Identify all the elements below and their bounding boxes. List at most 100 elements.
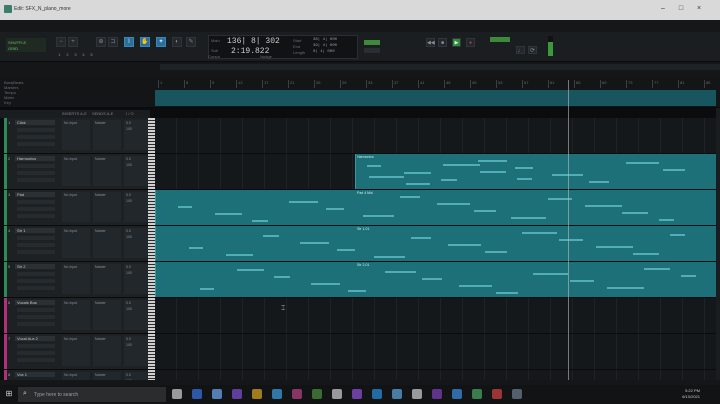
insert-label[interactable]: No Input [62,264,90,270]
sends-slot[interactable]: Master [93,264,121,294]
track-height-selector[interactable] [17,142,55,146]
record-arm-solo-mute[interactable] [17,164,55,168]
smart-tool-icon[interactable]: ✦ [156,37,166,47]
midi-note[interactable] [300,242,329,244]
pan-value[interactable]: 100 [124,162,148,168]
midi-note[interactable] [585,205,622,207]
taskbar-app-icon[interactable] [472,389,482,399]
pan-value[interactable]: 100 [124,198,148,204]
midi-note[interactable] [443,164,480,166]
midi-note[interactable] [448,244,481,246]
taskbar-app-icon[interactable] [512,389,522,399]
track-view-selector[interactable] [17,207,55,211]
track-row[interactable]: 4 Str 1 No Input Master 0.0 100 Str 1-01 [0,226,720,262]
record-arm-solo-mute[interactable] [17,308,55,312]
midi-note[interactable] [289,201,318,203]
main-counter[interactable]: Main Sub 136| 8| 302 2:19.822 Start End … [208,35,358,59]
inserts-slot[interactable]: No Input [62,228,90,258]
sends-slot[interactable]: Master [93,192,121,222]
track-row[interactable]: 1 Click No Input Master 0.0 100 [0,118,720,154]
midi-note[interactable] [663,169,685,171]
send-label[interactable]: Master [93,300,121,306]
midi-note[interactable] [411,237,431,239]
send-label[interactable]: Master [93,120,121,126]
midi-note[interactable] [485,251,507,253]
grabber-tool-icon[interactable]: ✋ [140,37,150,47]
midi-region[interactable]: Str 1-01 [155,226,716,261]
midi-note[interactable] [517,178,532,180]
session-overview[interactable] [160,64,720,70]
windows-start-icon[interactable]: ⊞ [4,389,14,399]
track-name[interactable]: Pad [15,192,55,197]
track-row[interactable]: 3 Pad No Input Master 0.0 100 Pad 4 Mid [0,190,720,226]
midi-note[interactable] [644,268,670,270]
taskbar-app-icon[interactable] [392,389,402,399]
zoom-in-icon[interactable]: + [68,37,78,47]
track-playlist-lane[interactable] [155,298,716,333]
minimize-button[interactable]: – [656,3,670,15]
taskbar-app-icon[interactable] [252,389,262,399]
mode-grid[interactable]: GRID [8,46,18,51]
start-value[interactable]: 38| 4| 000 [313,38,337,42]
pan-value[interactable]: 100 [124,342,148,348]
track-name[interactable]: Vocal Aux 2 [15,336,55,341]
taskbar-search-box[interactable]: ⌕ Type here to search [18,387,166,402]
length-value[interactable]: 0| 1| 000 [313,50,335,54]
insert-label[interactable]: No Input [62,372,90,378]
track-header[interactable]: 7 Vocal Aux 2 No Input Master 0.0 100 [7,334,150,369]
zoom-tool-icon[interactable]: ⊕ [96,37,106,47]
midi-note[interactable] [263,235,279,237]
sends-slot[interactable]: Master [93,156,121,186]
io-slot[interactable]: 0.0100 [124,300,148,330]
send-label[interactable]: Master [93,372,121,378]
insert-label[interactable]: No Input [62,336,90,342]
count-off-icon[interactable]: ⟳ [528,46,537,54]
midi-note[interactable] [337,249,355,251]
track-view-selector[interactable] [17,351,55,355]
nudge-value-pill[interactable] [364,48,380,53]
midi-note[interactable] [367,165,381,167]
search-placeholder[interactable]: Type here to search [34,392,78,398]
taskbar-app-icon[interactable] [372,389,382,399]
metronome-icon[interactable]: ♩ [516,46,525,54]
track-header[interactable]: 5 Str 2 No Input Master 0.0 100 [7,262,150,297]
grid-number-4[interactable]: 4 [80,52,87,58]
taskbar-app-icon[interactable] [412,389,422,399]
pan-value[interactable]: 100 [124,126,148,132]
track-view-selector[interactable] [17,315,55,319]
send-label[interactable]: Master [93,228,121,234]
record-arm-solo-mute[interactable] [17,344,55,348]
track-view-selector[interactable] [17,279,55,283]
tempo-pill[interactable] [490,37,510,42]
mode-shuffle[interactable]: SHUFFLE [8,40,26,45]
track-name[interactable]: Str 2 [15,264,55,269]
send-label[interactable]: Master [93,156,121,162]
track-header[interactable]: 6 Vocals Bus No Input Master 0.0 100 [7,298,150,333]
track-height-selector[interactable] [17,178,55,182]
selector-tool-icon[interactable]: I [124,37,134,47]
record-arm-solo-mute[interactable] [17,272,55,276]
track-row[interactable]: 6 Vocals Bus No Input Master 0.0 100 [0,298,720,334]
midi-note[interactable] [374,256,405,258]
taskbar-app-icon[interactable] [272,389,282,399]
insert-label[interactable]: No Input [62,192,90,198]
play-icon[interactable]: ▶ [452,38,461,47]
midi-note[interactable] [178,206,192,208]
end-value[interactable]: 39| 4| 000 [313,44,337,48]
insert-label[interactable]: No Input [62,156,90,162]
zoom-out-icon[interactable]: − [56,37,66,47]
midi-note[interactable] [659,219,674,221]
taskbar-app-icon[interactable] [432,389,442,399]
midi-note[interactable] [189,247,203,249]
close-button[interactable]: × [692,3,706,15]
inserts-slot[interactable]: No Input [62,192,90,222]
record-icon[interactable]: ● [466,38,475,47]
midi-note[interactable] [633,253,659,255]
track-view-selector[interactable] [17,135,55,139]
inserts-slot[interactable]: No Input [62,336,90,366]
midi-note[interactable] [589,181,609,183]
taskbar-app-icon[interactable] [332,389,342,399]
midi-note[interactable] [607,287,644,289]
record-arm-solo-mute[interactable] [17,128,55,132]
taskbar-app-icon[interactable] [492,389,502,399]
